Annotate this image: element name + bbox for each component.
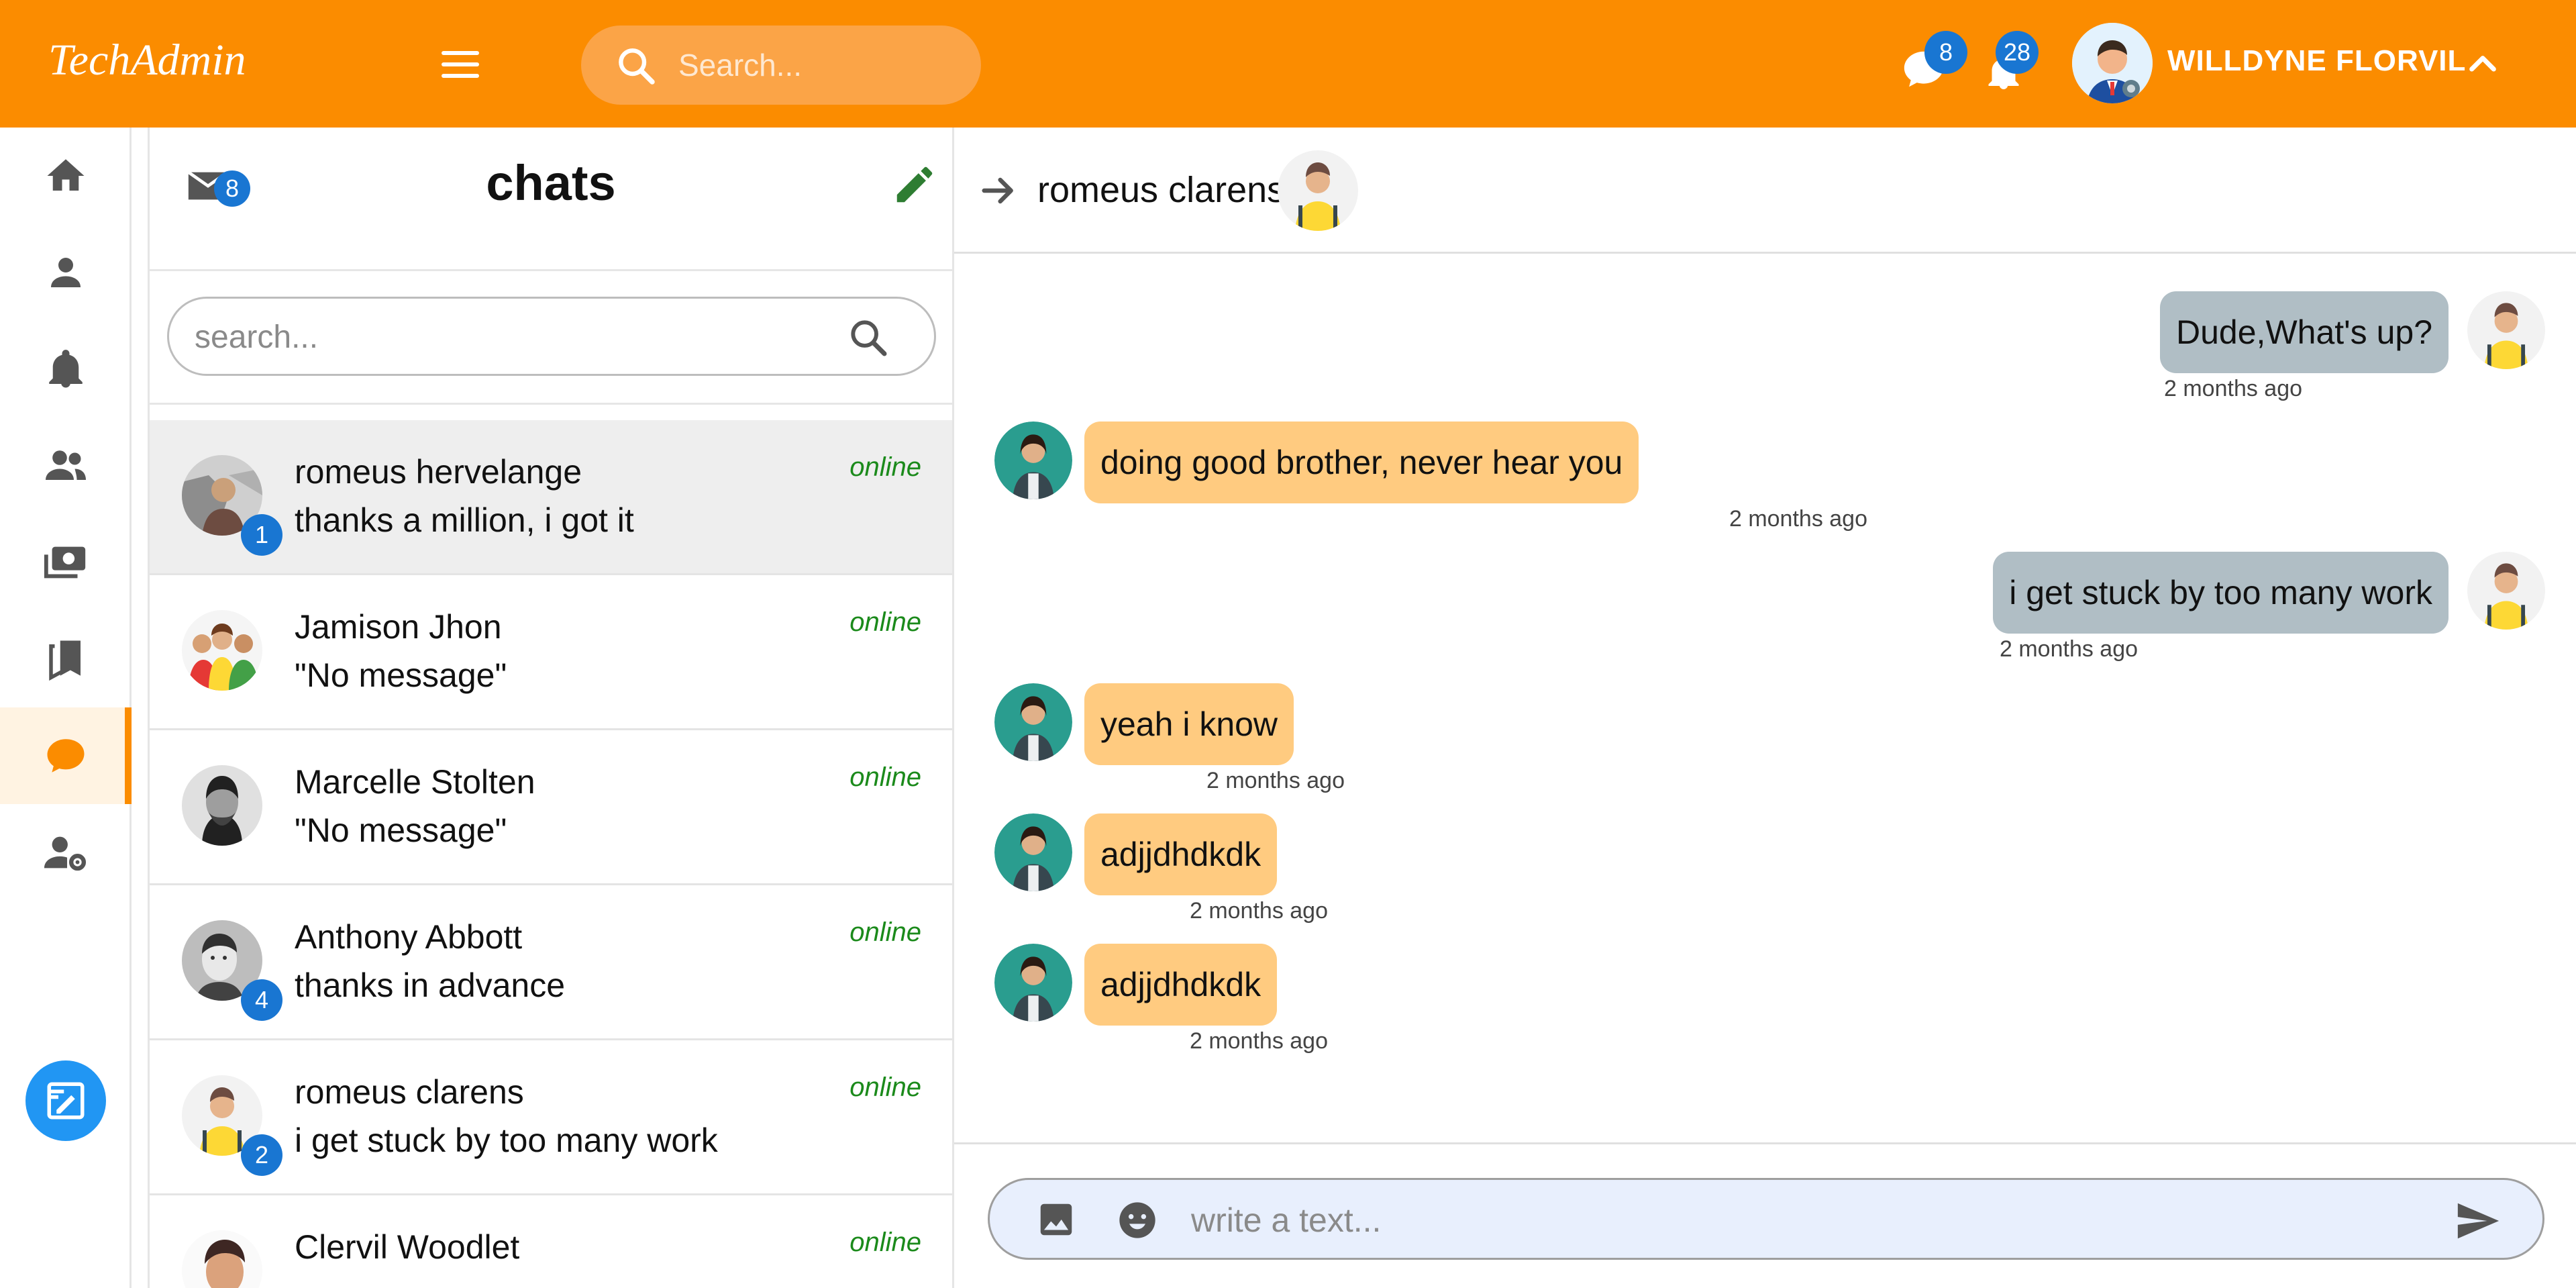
- top-search-input[interactable]: [678, 40, 960, 90]
- incoming-message: doing good brother, never hear you: [1084, 422, 1639, 503]
- emoji-icon[interactable]: [1116, 1199, 1159, 1242]
- chat-list-item[interactable]: 1 romeus hervelange thanks a million, i …: [150, 420, 952, 575]
- manage-accounts-icon: [44, 836, 87, 871]
- chat-list-item[interactable]: Jamison Jhon "No message" online: [150, 575, 952, 730]
- bell-icon: [49, 350, 83, 388]
- search-icon[interactable]: [847, 316, 890, 359]
- messages-count-badge: 8: [1924, 31, 1967, 74]
- composer: [988, 1178, 2544, 1260]
- incoming-message: yeah i know: [1084, 683, 1294, 765]
- avatar: [182, 765, 262, 846]
- message-time: 2 months ago: [2164, 376, 2303, 401]
- chat-list-item[interactable]: Clervil Woodlet online: [150, 1195, 952, 1288]
- top-search: [581, 26, 981, 105]
- money-icon: [44, 546, 86, 579]
- chat-list-item[interactable]: 2 romeus clarens i get stuck by too many…: [150, 1040, 952, 1195]
- last-message: thanks a million, i got it: [295, 501, 634, 539]
- nav-chat[interactable]: [0, 707, 132, 804]
- dashboard-fab-button[interactable]: [25, 1060, 106, 1141]
- contact-name: Clervil Woodlet: [295, 1228, 520, 1266]
- outgoing-message: Dude,What's up?: [2160, 291, 2449, 373]
- notifications-count-badge: 28: [1996, 31, 2039, 74]
- message-time: 2 months ago: [2000, 636, 2139, 662]
- chat-list-item[interactable]: 4 Anthony Abbott thanks in advance onlin…: [150, 885, 952, 1040]
- avatar: [2467, 291, 2545, 369]
- incoming-message: adjjdhdkdk: [1084, 944, 1278, 1026]
- unread-count-badge: 4: [241, 979, 282, 1021]
- send-icon[interactable]: [2454, 1197, 2501, 1244]
- menu-icon[interactable]: [442, 51, 479, 78]
- chat-list-item[interactable]: Marcelle Stolten "No message" online: [150, 730, 952, 885]
- nav-finance[interactable]: [0, 514, 132, 611]
- contact-name: Anthony Abbott: [295, 918, 523, 956]
- avatar: [994, 813, 1072, 891]
- bookmarks-icon: [49, 640, 81, 681]
- home-icon: [47, 159, 85, 191]
- conversation-header: romeus clarens: [954, 128, 2576, 254]
- avatar: [994, 683, 1072, 761]
- last-message: thanks in advance: [295, 967, 566, 1004]
- message-input[interactable]: [1191, 1195, 2399, 1246]
- conversation-panel: romeus clarens Dude,What's up? 2 months …: [954, 128, 2576, 1288]
- chat-search: [167, 297, 936, 376]
- last-message: "No message": [295, 656, 507, 694]
- message-time: 2 months ago: [1189, 898, 1328, 924]
- chat-search-input[interactable]: [195, 312, 798, 362]
- brand-logo[interactable]: TechAdmin: [48, 35, 246, 86]
- avatar: [994, 422, 1072, 499]
- message-time: 2 months ago: [1206, 768, 1345, 793]
- chat-list-panel: 8 chats 1 romeus hervelange thanks a mil…: [148, 128, 954, 1288]
- avatar: [2467, 552, 2545, 630]
- composer-bar: [954, 1142, 2576, 1288]
- status-label: online: [849, 607, 921, 637]
- avatar: [182, 1230, 262, 1288]
- arrow-forward-icon[interactable]: [977, 169, 1020, 212]
- person-icon: [51, 258, 81, 287]
- status-label: online: [849, 1073, 921, 1102]
- contact-avatar[interactable]: [1278, 150, 1358, 231]
- pencil-icon[interactable]: [891, 161, 938, 208]
- group-icon: [46, 450, 86, 480]
- nav-users[interactable]: [0, 224, 132, 321]
- status-label: online: [849, 918, 921, 947]
- incoming-message: adjjdhdkdk: [1084, 813, 1278, 895]
- nav-groups[interactable]: [0, 417, 132, 514]
- unread-count-badge: 1: [241, 514, 282, 556]
- chat-icon: [47, 739, 85, 773]
- contact-name: romeus clarens: [295, 1073, 524, 1111]
- dashboard-edit-icon: [47, 1082, 85, 1120]
- nav-manage-accounts[interactable]: [0, 804, 132, 901]
- message-time: 2 months ago: [1189, 1028, 1328, 1054]
- status-label: online: [849, 452, 921, 482]
- divider: [150, 403, 952, 405]
- contact-name: romeus hervelange: [295, 453, 582, 491]
- avatar: [182, 610, 262, 691]
- status-label: online: [849, 762, 921, 792]
- conversation-contact-name: romeus clarens: [1037, 170, 1286, 210]
- status-label: online: [849, 1228, 921, 1257]
- user-name[interactable]: WILLDYNE FLORVIL: [2167, 44, 2466, 78]
- nav-notifications[interactable]: [0, 321, 132, 417]
- last-message: "No message": [295, 811, 507, 849]
- user-avatar[interactable]: [2072, 23, 2153, 103]
- chevron-up-icon[interactable]: [2464, 46, 2502, 83]
- outgoing-message: i get stuck by too many work: [1993, 552, 2449, 634]
- contact-name: Jamison Jhon: [295, 608, 502, 646]
- contact-name: Marcelle Stolten: [295, 763, 535, 801]
- message-time: 2 months ago: [1729, 506, 1867, 532]
- unread-count-badge: 2: [241, 1134, 282, 1176]
- avatar: [994, 944, 1072, 1022]
- nav-home[interactable]: [0, 128, 132, 224]
- top-app-bar: TechAdmin 8 28 WILLDYNE FLORVIL: [0, 0, 2576, 128]
- last-message: i get stuck by too many work: [295, 1122, 718, 1159]
- side-nav: [0, 128, 132, 1288]
- nav-bookmarks[interactable]: [0, 611, 132, 707]
- search-icon: [619, 48, 655, 85]
- image-icon[interactable]: [1035, 1199, 1077, 1240]
- chat-list-header: 8 chats: [150, 128, 952, 271]
- chat-list-title: chats: [486, 155, 616, 211]
